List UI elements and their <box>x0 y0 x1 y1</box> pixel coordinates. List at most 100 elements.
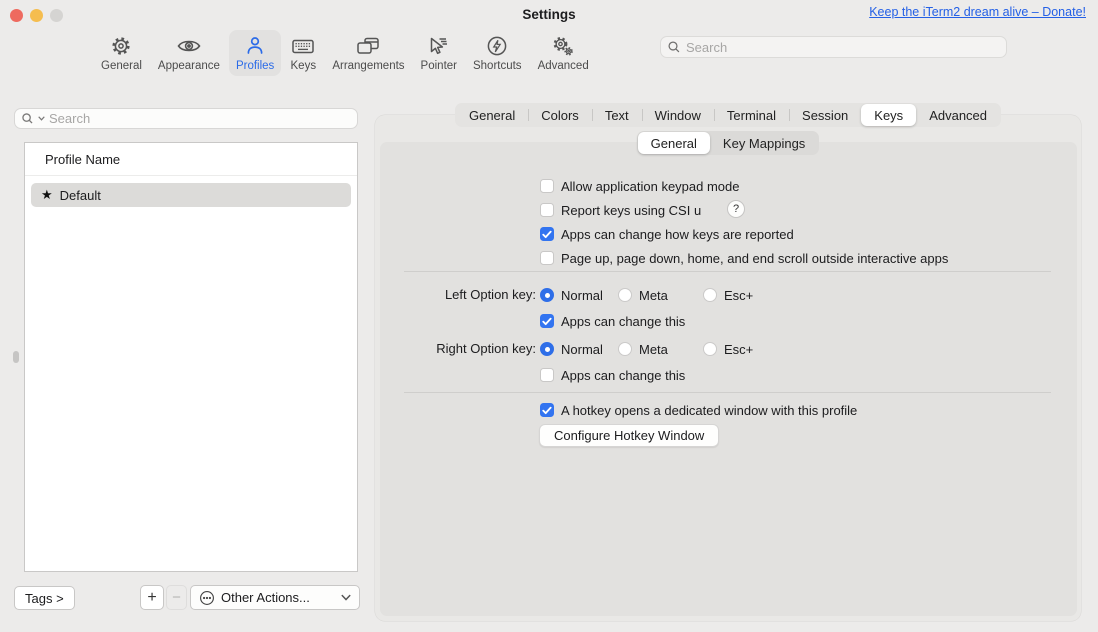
checkbox-checked-icon <box>540 403 554 417</box>
checkbox-icon <box>540 251 554 265</box>
toolbar-item-label: General <box>101 60 142 72</box>
radio-left-meta[interactable]: Meta <box>618 287 668 303</box>
radio-right-esc[interactable]: Esc+ <box>703 341 753 357</box>
checkbox-label: Allow application keypad mode <box>561 179 740 194</box>
radio-label: Esc+ <box>724 288 753 303</box>
checkbox-checked-icon <box>540 314 554 328</box>
tab-text[interactable]: Text <box>592 104 642 126</box>
checkbox-label: Apps can change this <box>561 314 685 329</box>
search-icon <box>667 40 681 54</box>
profile-search-field[interactable] <box>14 108 358 129</box>
tab-colors[interactable]: Colors <box>528 104 592 126</box>
subtab-general[interactable]: General <box>638 132 710 154</box>
checkbox-label: Page up, page down, home, and end scroll… <box>561 251 948 266</box>
plus-icon: + <box>147 589 156 607</box>
toolbar-item-pointer[interactable]: Pointer <box>414 30 464 76</box>
settings-toolbar: General Appearance Profiles <box>94 30 596 76</box>
radio-icon <box>618 288 632 302</box>
toolbar-item-general[interactable]: General <box>94 30 149 76</box>
tab-terminal[interactable]: Terminal <box>714 104 789 126</box>
help-button[interactable]: ? <box>727 200 745 218</box>
radio-label: Normal <box>561 288 603 303</box>
profile-name: Default <box>60 188 101 203</box>
toolbar-item-advanced[interactable]: Advanced <box>531 30 596 76</box>
radio-icon <box>703 342 717 356</box>
radio-selected-icon <box>540 288 554 302</box>
radio-label: Meta <box>639 342 668 357</box>
radio-left-esc[interactable]: Esc+ <box>703 287 753 303</box>
tab-session[interactable]: Session <box>789 104 861 126</box>
button-label: Configure Hotkey Window <box>554 428 704 443</box>
sidebar-resize-handle[interactable] <box>13 351 19 363</box>
minus-icon: − <box>172 589 181 606</box>
search-input[interactable] <box>686 40 1000 55</box>
star-icon: ★ <box>41 187 53 203</box>
checkbox-icon <box>540 368 554 382</box>
tags-button-label: Tags > <box>25 591 64 606</box>
question-mark-icon: ? <box>733 203 739 215</box>
toolbar-item-keys[interactable]: Keys <box>283 30 323 76</box>
add-profile-button[interactable]: + <box>140 585 164 610</box>
checkbox-hotkey-window[interactable]: A hotkey opens a dedicated window with t… <box>540 402 857 418</box>
checkbox-label: A hotkey opens a dedicated window with t… <box>561 403 857 418</box>
toolbar-item-arrangements[interactable]: Arrangements <box>325 30 411 76</box>
checkbox-icon <box>540 203 554 217</box>
tab-advanced[interactable]: Advanced <box>916 104 1000 126</box>
configure-hotkey-window-button[interactable]: Configure Hotkey Window <box>539 424 719 447</box>
person-icon <box>243 33 267 59</box>
ellipsis-circle-icon <box>199 590 215 606</box>
toolbar-item-label: Appearance <box>158 60 220 72</box>
search-icon <box>21 112 34 125</box>
donate-link[interactable]: Keep the iTerm2 dream alive – Donate! <box>869 5 1086 19</box>
checkbox-left-apps-change[interactable]: Apps can change this <box>540 313 685 329</box>
tags-button[interactable]: Tags > <box>14 586 75 610</box>
profile-row-default[interactable]: ★ Default <box>31 183 351 207</box>
bolt-circle-icon <box>485 33 509 59</box>
profile-list: Profile Name ★ Default <box>24 142 358 572</box>
toolbar-item-label: Shortcuts <box>473 60 522 72</box>
radio-right-normal[interactable]: Normal <box>540 341 603 357</box>
toolbar-item-shortcuts[interactable]: Shortcuts <box>466 30 529 76</box>
separator <box>404 271 1051 272</box>
checkbox-csi-u[interactable]: Report keys using CSI u <box>540 202 701 218</box>
radio-label: Esc+ <box>724 342 753 357</box>
radio-label: Meta <box>639 288 668 303</box>
subtab-key-mappings[interactable]: Key Mappings <box>710 132 818 154</box>
other-actions-label: Other Actions... <box>221 590 335 605</box>
gear-icon <box>109 33 133 59</box>
checkbox-label: Report keys using CSI u <box>561 203 701 218</box>
checkbox-icon <box>540 179 554 193</box>
tab-general[interactable]: General <box>456 104 528 126</box>
radio-left-normal[interactable]: Normal <box>540 287 603 303</box>
tab-window[interactable]: Window <box>642 104 714 126</box>
profile-tab-bar: General Colors Text Window Terminal Sess… <box>375 103 1081 127</box>
title-bar: Settings Keep the iTerm2 dream alive – D… <box>0 0 1098 30</box>
toolbar-item-profiles[interactable]: Profiles <box>229 30 281 76</box>
profile-list-header: Profile Name <box>25 143 357 176</box>
radio-right-meta[interactable]: Meta <box>618 341 668 357</box>
toolbar-item-label: Keys <box>291 60 317 72</box>
profile-search-input[interactable] <box>49 111 351 126</box>
right-option-key-label: Right Option key: <box>404 341 536 357</box>
remove-profile-button: − <box>166 585 187 610</box>
toolbar-item-label: Advanced <box>538 60 589 72</box>
toolbar-item-appearance[interactable]: Appearance <box>151 30 227 76</box>
other-actions-dropdown[interactable]: Other Actions... <box>190 585 360 610</box>
radio-icon <box>703 288 717 302</box>
checkbox-label: Apps can change how keys are reported <box>561 227 794 242</box>
keys-subtab-bar: General Key Mappings <box>375 131 1081 155</box>
chevron-down-icon <box>341 594 351 601</box>
checkbox-right-apps-change[interactable]: Apps can change this <box>540 367 685 383</box>
toolbar-search-field[interactable] <box>660 36 1007 58</box>
checkbox-allow-keypad[interactable]: Allow application keypad mode <box>540 178 740 194</box>
checkbox-checked-icon <box>540 227 554 241</box>
separator <box>404 392 1051 393</box>
gears-icon <box>550 33 576 59</box>
checkbox-label: Apps can change this <box>561 368 685 383</box>
toolbar-item-label: Pointer <box>421 60 457 72</box>
checkbox-apps-change-keys[interactable]: Apps can change how keys are reported <box>540 226 794 242</box>
radio-label: Normal <box>561 342 603 357</box>
radio-selected-icon <box>540 342 554 356</box>
tab-keys[interactable]: Keys <box>861 104 916 126</box>
checkbox-page-scroll[interactable]: Page up, page down, home, and end scroll… <box>540 250 948 266</box>
